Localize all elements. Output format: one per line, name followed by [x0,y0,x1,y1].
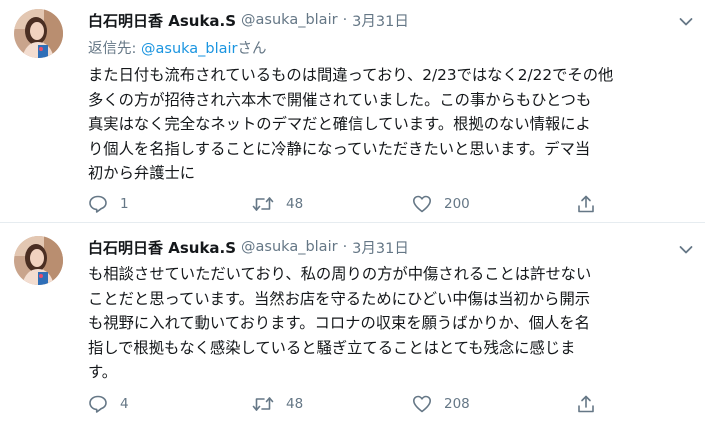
retweet-arrows-icon [252,397,274,411]
reply-button[interactable]: 4 [88,393,129,415]
tweet[interactable]: 白石明日香 Asuka.S @asuka_blair · 3月31日 も相談させ… [0,0,705,427]
display-name[interactable]: 白石明日香 Asuka.S [88,237,236,258]
tweet-header: 白石明日香 Asuka.S @asuka_blair · 3月31日 [88,236,409,258]
chevron-down-icon[interactable] [679,240,693,254]
tweet-date[interactable]: 3月31日 [352,237,409,258]
like-button[interactable]: 208 [412,393,470,415]
heart-outline-icon [413,395,431,413]
tweet-actions: 4 48 208 [88,393,608,415]
retweet-button[interactable]: 48 [252,393,303,415]
retweet-count: 48 [286,396,304,412]
share-button[interactable] [576,393,596,415]
reply-count: 4 [120,396,129,412]
divider [0,222,705,223]
separator-dot: · [342,239,348,255]
share-upload-icon [578,395,594,413]
like-count: 208 [444,396,470,412]
user-handle[interactable]: @asuka_blair [241,239,338,255]
avatar[interactable] [14,236,63,285]
speech-bubble-icon [89,395,107,413]
tweet-text: も相談させていただいており、私の周りの方が中傷されることは許せない ことだと思っ… [88,265,592,382]
